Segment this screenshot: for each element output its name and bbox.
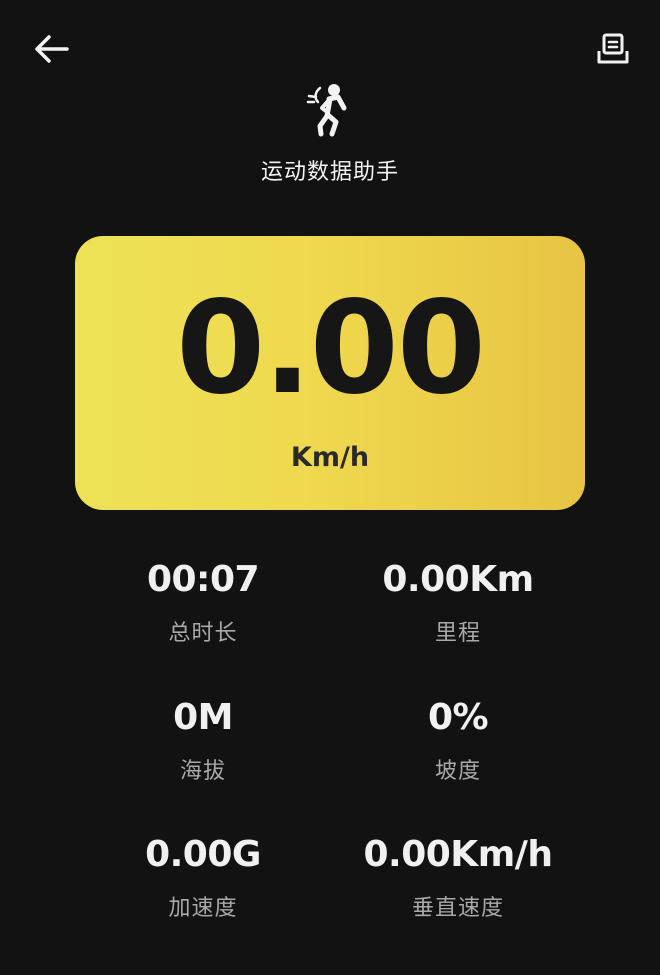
app-title: 运动数据助手 [260, 160, 399, 185]
stat-vertical-speed: 0.00Km/h 垂直速度 [308, 833, 608, 923]
speed-unit: Km/h [290, 442, 370, 473]
stat-label: 里程 [434, 621, 481, 646]
export-button[interactable] [590, 26, 636, 72]
stat-label: 坡度 [434, 759, 481, 784]
speed-card: 0.00 Km/h [75, 236, 585, 510]
speed-value: 0.00 [176, 274, 486, 423]
stat-value: 0.00Km/h [363, 834, 553, 875]
back-button[interactable] [28, 26, 74, 72]
stat-value: 0.00Km [382, 559, 534, 600]
stat-label: 垂直速度 [411, 896, 504, 921]
export-tray-icon [597, 33, 629, 64]
runner-icon [306, 84, 347, 137]
stat-value: 0% [427, 697, 489, 738]
sport-data-screen: 运动数据助手 0.00 Km/h 00:07 总时长 0.00Km 里程 0M … [0, 0, 660, 975]
stat-slope: 0% 坡度 [308, 696, 608, 786]
arrow-left-icon [35, 35, 69, 63]
stat-distance: 0.00Km 里程 [308, 558, 608, 648]
